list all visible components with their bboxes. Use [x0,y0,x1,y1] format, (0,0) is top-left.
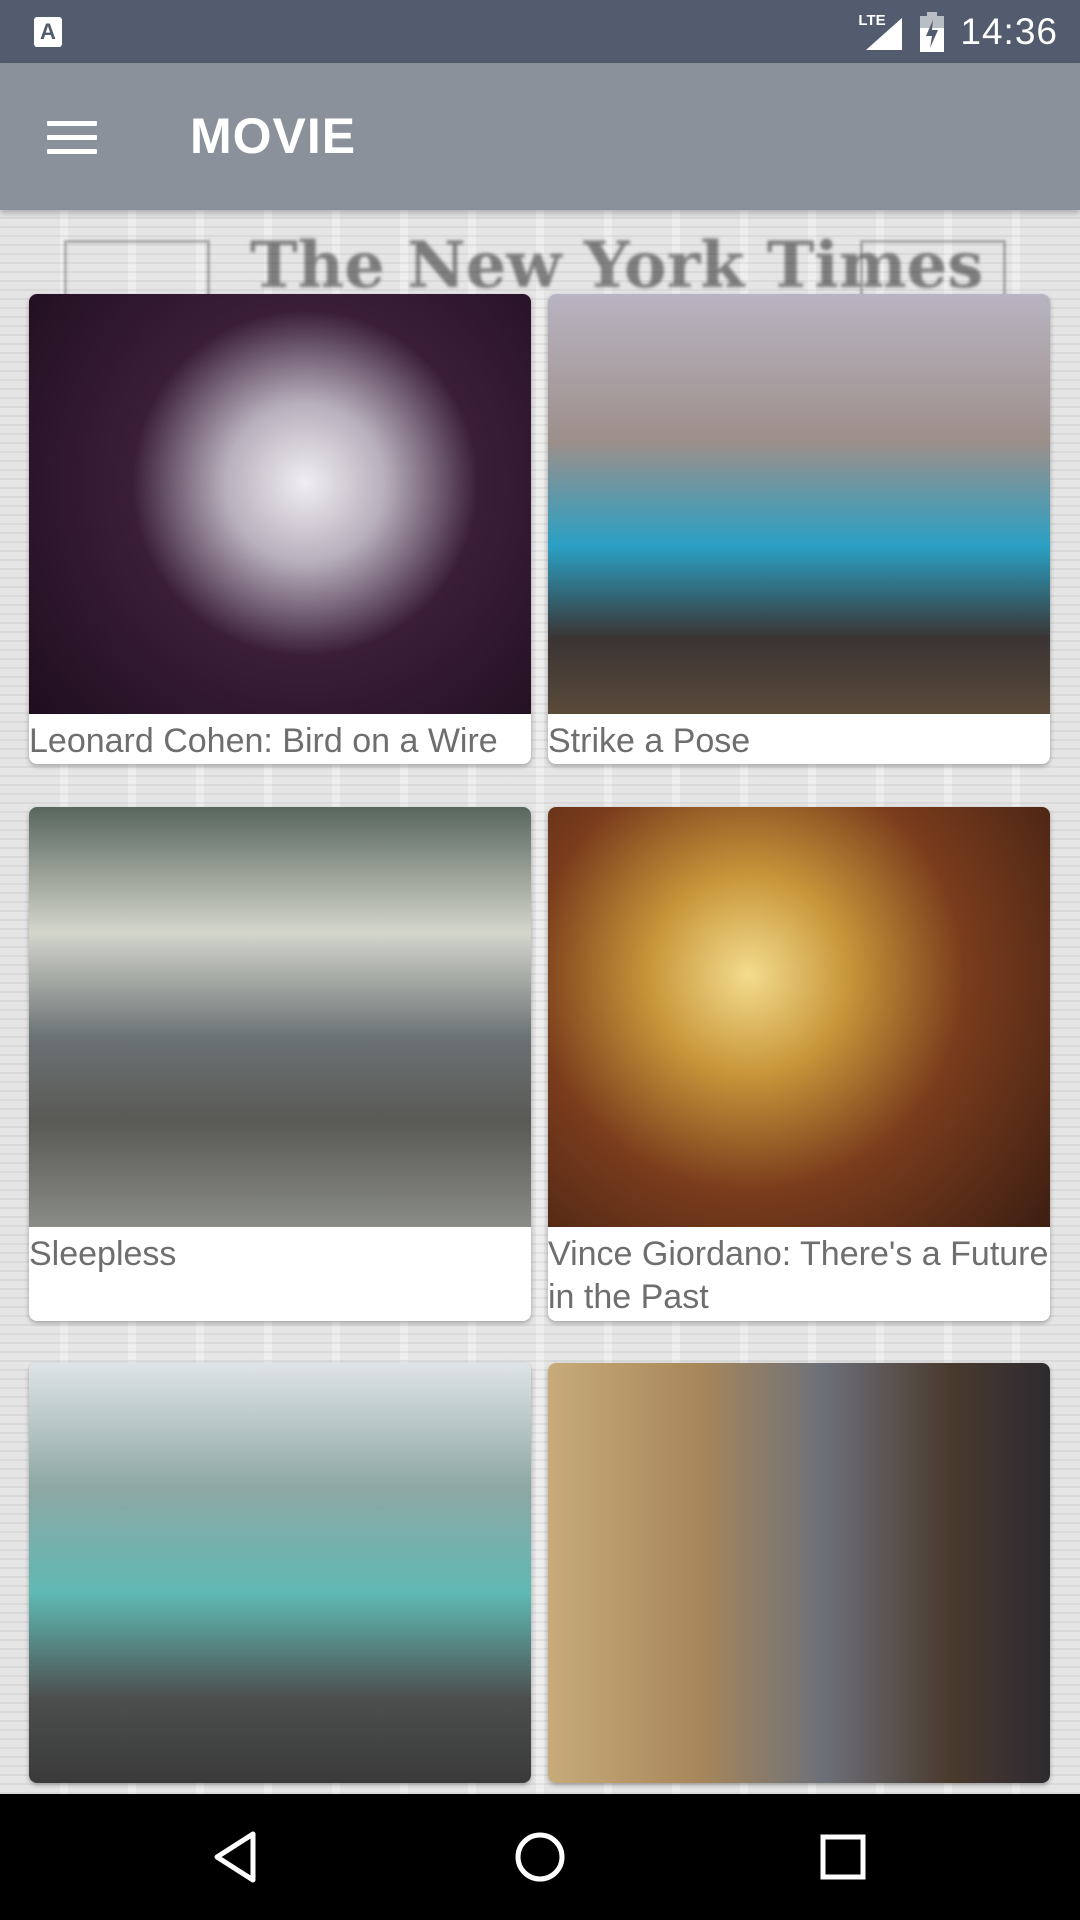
menu-line [47,134,97,140]
home-icon[interactable] [505,1822,575,1892]
navigation-bar [0,1794,1080,1920]
movie-poster-image [29,1363,531,1783]
movie-poster-image [29,294,531,714]
movie-grid: The New York Times Leonard Cohen: Bird o… [0,210,1080,1794]
status-bar: A LTE 14:36 [0,0,1080,63]
menu-line [47,120,97,126]
clock: 14:36 [960,10,1058,52]
movie-title: Strike a Pose [548,722,751,760]
movie-title: Sleepless [29,1235,177,1273]
movie-poster-image [548,807,1050,1227]
movie-poster-image [29,807,531,1227]
movie-poster-image [548,1363,1050,1783]
movie-title: Vince Giordano: There's a Future in the … [548,1235,1049,1316]
menu-line [47,148,97,154]
lte-signal-icon: LTE [858,12,904,52]
back-icon[interactable] [200,1822,270,1892]
movie-card[interactable]: Strike a Pose [548,294,1050,764]
screen: A LTE 14:36 MOVIE The New York Times Leo… [0,0,1080,1920]
status-icons: LTE 14:36 [858,0,1058,63]
movie-card[interactable]: Leonard Cohen: Bird on a Wire [29,294,531,764]
app-bar: MOVIE [0,63,1080,210]
movie-card[interactable] [29,1363,531,1783]
page-title: MOVIE [190,108,357,164]
hamburger-menu-icon[interactable] [36,103,108,171]
movie-card[interactable]: Vince Giordano: There's a Future in the … [548,807,1050,1321]
movie-poster-image [548,294,1050,714]
movie-title: Leonard Cohen: Bird on a Wire [29,722,498,760]
recents-icon[interactable] [808,1822,878,1892]
movie-card[interactable]: Sleepless [29,807,531,1321]
movie-card[interactable] [548,1363,1050,1783]
notification-a-icon: A [34,17,62,47]
battery-icon [920,11,945,52]
